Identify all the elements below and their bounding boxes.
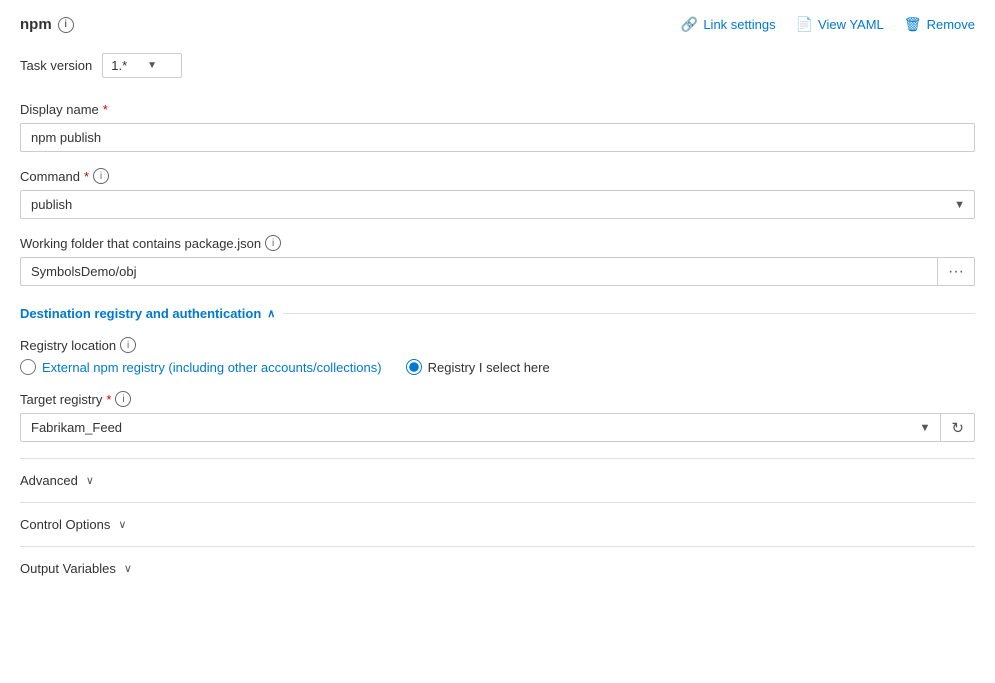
display-name-input[interactable] <box>20 123 975 152</box>
task-version-value: 1.* <box>111 58 127 73</box>
display-name-label: Display name * <box>20 102 975 117</box>
registry-location-info-icon[interactable]: i <box>120 337 136 353</box>
registry-select-label: Registry I select here <box>428 360 550 375</box>
main-container: npm i 🔗 Link settings 📄 View YAML 🗑 Remo… <box>0 0 995 606</box>
working-folder-section: Working folder that contains package.jso… <box>20 235 975 286</box>
advanced-chevron: ∨ <box>86 474 94 487</box>
working-folder-info-icon[interactable]: i <box>265 235 281 251</box>
trash-icon: 🗑 <box>904 16 922 33</box>
registry-location-section: Registry location i External npm registr… <box>20 337 975 375</box>
target-registry-section: Target registry * i Fabrikam_Feed ▼ ↻ <box>20 391 975 442</box>
command-select[interactable]: publish install ci custom <box>20 190 975 219</box>
advanced-label: Advanced <box>20 473 78 488</box>
view-yaml-button[interactable]: 📄 View YAML <box>796 16 884 33</box>
registry-external-option[interactable]: External npm registry (including other a… <box>20 359 382 375</box>
task-version-row: Task version 1.* ▼ <box>20 53 975 78</box>
registry-external-radio[interactable] <box>20 359 36 375</box>
display-name-section: Display name * <box>20 102 975 152</box>
target-registry-label: Target registry * i <box>20 391 975 407</box>
registry-location-radio-group: External npm registry (including other a… <box>20 359 975 375</box>
command-section: Command * i publish install ci custom ▼ <box>20 168 975 219</box>
working-folder-input[interactable] <box>20 257 937 286</box>
advanced-section[interactable]: Advanced ∨ <box>20 458 975 502</box>
registry-location-label: Registry location i <box>20 337 975 353</box>
target-registry-select[interactable]: Fabrikam_Feed <box>20 413 940 442</box>
header-actions: 🔗 Link settings 📄 View YAML 🗑 Remove <box>681 16 975 33</box>
destination-divider-line <box>283 313 975 314</box>
header-row: npm i 🔗 Link settings 📄 View YAML 🗑 Remo… <box>20 16 975 33</box>
working-folder-label: Working folder that contains package.jso… <box>20 235 975 251</box>
target-registry-row: Fabrikam_Feed ▼ ↻ <box>20 413 975 442</box>
command-required: * <box>84 169 89 184</box>
destination-section-title: Destination registry and authentication … <box>20 306 275 321</box>
npm-title: npm i <box>20 16 74 33</box>
command-info-icon[interactable]: i <box>93 168 109 184</box>
target-registry-info-icon[interactable]: i <box>115 391 131 407</box>
output-variables-label: Output Variables <box>20 561 116 576</box>
control-options-chevron: ∨ <box>118 518 126 531</box>
destination-chevron-up[interactable]: ∧ <box>267 307 275 320</box>
output-variables-section[interactable]: Output Variables ∨ <box>20 546 975 590</box>
working-folder-browse-button[interactable]: ··· <box>937 257 975 286</box>
yaml-icon: 📄 <box>796 16 813 33</box>
task-version-select[interactable]: 1.* ▼ <box>102 53 182 78</box>
npm-info-icon[interactable]: i <box>58 17 74 33</box>
target-registry-required: * <box>106 392 111 407</box>
target-registry-select-wrapper: Fabrikam_Feed ▼ <box>20 413 940 442</box>
registry-select-option[interactable]: Registry I select here <box>406 359 550 375</box>
link-icon: 🔗 <box>681 16 698 33</box>
working-folder-row: ··· <box>20 257 975 286</box>
registry-select-radio[interactable] <box>406 359 422 375</box>
task-version-chevron: ▼ <box>147 60 157 71</box>
output-variables-chevron: ∨ <box>124 562 132 575</box>
destination-section-header: Destination registry and authentication … <box>20 306 975 321</box>
task-version-label: Task version <box>20 58 92 73</box>
command-select-wrapper: publish install ci custom ▼ <box>20 190 975 219</box>
registry-external-label: External npm registry (including other a… <box>42 360 382 375</box>
link-settings-button[interactable]: 🔗 Link settings <box>681 16 776 33</box>
remove-button[interactable]: 🗑 Remove <box>904 16 975 33</box>
command-label: Command * i <box>20 168 975 184</box>
control-options-label: Control Options <box>20 517 110 532</box>
control-options-section[interactable]: Control Options ∨ <box>20 502 975 546</box>
target-registry-refresh-button[interactable]: ↻ <box>940 413 975 442</box>
npm-label: npm <box>20 16 52 33</box>
display-name-required: * <box>103 102 108 117</box>
